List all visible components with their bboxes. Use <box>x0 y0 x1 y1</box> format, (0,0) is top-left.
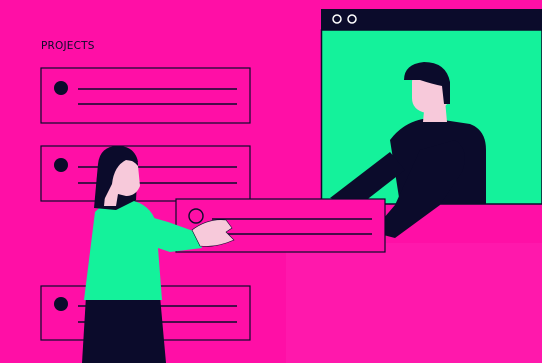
bullet-icon <box>54 81 68 95</box>
bullet-icon <box>54 158 68 172</box>
window-titlebar <box>321 9 542 30</box>
woman-figure <box>82 146 235 363</box>
project-card-1 <box>40 67 251 124</box>
illustration-scene: PROJECTS <box>0 0 542 363</box>
illustration-svg <box>40 9 542 363</box>
bullet-icon <box>54 297 68 311</box>
project-card-2 <box>40 145 251 202</box>
